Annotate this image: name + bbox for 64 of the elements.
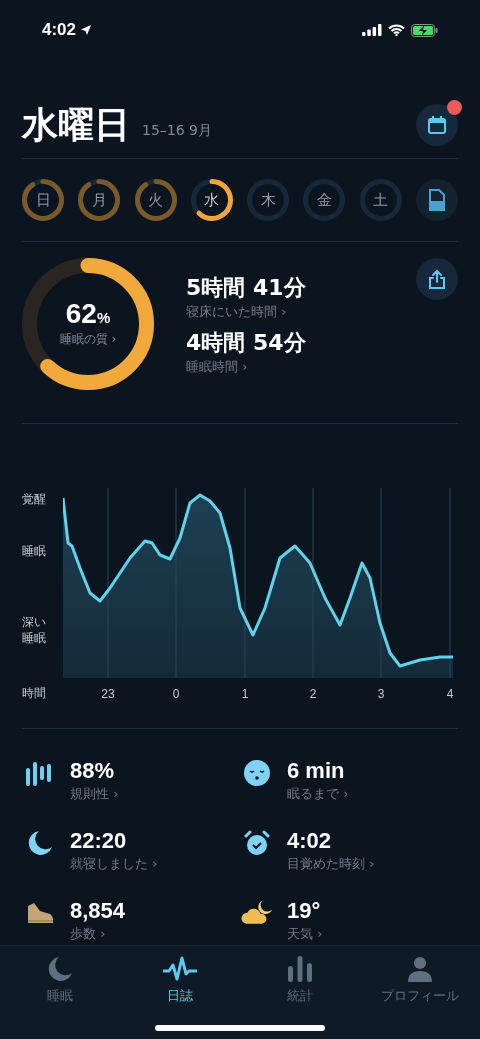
- wifi-icon: [388, 24, 405, 36]
- tick-label: 4: [446, 686, 454, 703]
- battery-charging-icon: [411, 23, 438, 37]
- stat-value: 4:02: [287, 827, 333, 855]
- tab[interactable]: 睡眠: [0, 956, 120, 1006]
- axis-label: 睡眠: [22, 543, 47, 559]
- stat-value: 22:20: [70, 827, 128, 855]
- person-icon: [407, 956, 433, 982]
- stat-value: 88%: [70, 757, 116, 785]
- duration-value: 5時間 41分: [186, 274, 307, 302]
- duration-link[interactable]: 睡眠時間 ›: [186, 356, 416, 376]
- tab[interactable]: 統計: [240, 956, 360, 1006]
- stat-link[interactable]: 規則性 ›: [70, 785, 119, 803]
- stat-link[interactable]: 就寝しました ›: [70, 855, 158, 873]
- stat-value: 19°: [287, 897, 322, 925]
- moon-icon: [27, 830, 53, 856]
- axis-label: 覚醒: [22, 491, 47, 507]
- quality-link[interactable]: 睡眠の質 ›: [59, 329, 117, 348]
- cloud-moon-icon: [241, 899, 273, 927]
- ring-fill: [22, 179, 64, 221]
- day-title: 水曜日: [22, 107, 130, 143]
- stat-link[interactable]: 眠るまで ›: [287, 785, 349, 803]
- ring-fill: [134, 179, 177, 221]
- day-ring[interactable]: 日: [22, 179, 64, 221]
- status-time: 4:02: [42, 19, 77, 42]
- day-ring[interactable]: 月: [78, 179, 121, 221]
- day-ring[interactable]: 水: [190, 179, 233, 221]
- duration-value: 4時間 54分: [186, 329, 307, 357]
- axis-label: 深い睡眠: [22, 614, 46, 646]
- signal-icon: [362, 24, 382, 36]
- wave-icon: [163, 956, 197, 982]
- day-ring[interactable]: 木: [247, 179, 290, 221]
- quality-value: 62: [65, 300, 97, 329]
- moon-icon: [47, 956, 73, 982]
- calendar-icon: [427, 115, 447, 135]
- ring-fill: [78, 179, 121, 221]
- day-ring[interactable]: 金: [303, 179, 346, 221]
- day-ring[interactable]: 火: [134, 179, 177, 221]
- tab[interactable]: 日誌: [120, 956, 240, 1006]
- location-arrow-icon: [80, 24, 93, 36]
- report-button[interactable]: [415, 179, 458, 221]
- alarm-clock-icon: [244, 830, 270, 856]
- day-ring[interactable]: 土: [359, 179, 402, 221]
- axis-title: 時間: [22, 685, 47, 702]
- sleepy-face-icon: [244, 760, 270, 786]
- tick-label: 0: [172, 686, 180, 703]
- quality-unit: %: [96, 309, 111, 329]
- share-button[interactable]: [416, 258, 458, 300]
- document-icon: [428, 189, 445, 211]
- stat-link[interactable]: 目覚めた時刻 ›: [287, 855, 375, 873]
- tab[interactable]: プロフィール: [360, 956, 480, 1006]
- stat-link[interactable]: 歩数 ›: [70, 925, 126, 943]
- share-icon: [428, 269, 446, 289]
- tick-label: 1: [241, 686, 249, 703]
- date-range: 15–16 9月: [142, 121, 212, 140]
- tick-label: 23: [101, 686, 115, 703]
- stat-value: 6 min: [287, 757, 346, 785]
- stat-link[interactable]: 天気 ›: [287, 925, 323, 943]
- duration-link[interactable]: 寝床にいた時間 ›: [186, 301, 416, 321]
- bar-chart-icon: [287, 956, 313, 982]
- shoe-icon: [26, 902, 54, 924]
- tick-label: 3: [377, 686, 385, 703]
- tick-label: 2: [309, 686, 317, 703]
- stat-value: 8,854: [70, 897, 126, 925]
